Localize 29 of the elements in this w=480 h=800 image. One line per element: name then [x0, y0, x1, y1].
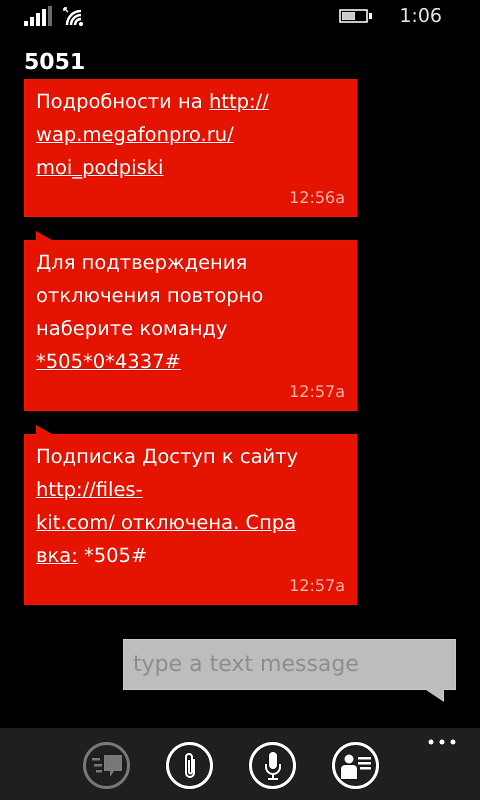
message-text: наберите команду [36, 317, 228, 340]
more-icon[interactable] [428, 739, 456, 745]
contact-card-icon [340, 752, 372, 780]
message-text: Подробности на [36, 90, 204, 113]
microphone-icon [262, 750, 282, 780]
link[interactable]: wap.megafonpro.ru/ [36, 123, 234, 146]
clock: 1:06 [399, 5, 442, 27]
wifi-icon [62, 6, 84, 26]
conversation-title: 5051 [23, 49, 86, 77]
link[interactable]: moi_podpiski [36, 156, 164, 179]
chat-icon [92, 752, 122, 778]
link[interactable]: *505*0*4337# [36, 350, 181, 373]
input-tail [426, 690, 444, 702]
message-text: Подписка Доступ к сайту [36, 445, 298, 468]
message-time: 12:56a [288, 188, 345, 207]
message-time: 12:57a [288, 576, 345, 595]
link[interactable]: kit.com/ отключена. Спра [36, 511, 296, 534]
link[interactable]: вка: [36, 544, 78, 567]
microphone-button[interactable] [249, 742, 296, 789]
signal-icon [24, 6, 54, 26]
battery-icon [339, 9, 374, 23]
message-text: отключения повторно [36, 284, 264, 307]
contact-card-button[interactable] [332, 742, 379, 789]
message-text: *505# [82, 544, 148, 567]
link[interactable]: http:// [208, 90, 269, 113]
attach-button[interactable] [166, 742, 213, 789]
message-text: Для подтверждения [36, 251, 248, 274]
link[interactable]: http://files- [36, 478, 143, 501]
message-time: 12:57a [288, 382, 345, 401]
